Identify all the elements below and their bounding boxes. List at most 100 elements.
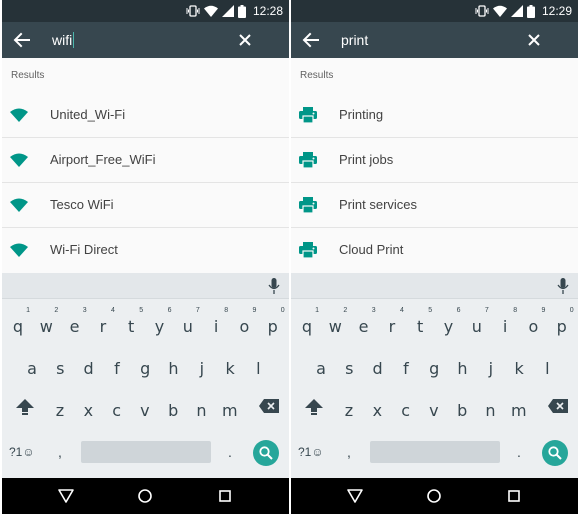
key-p[interactable]: 0p <box>548 305 576 345</box>
key-label: l <box>545 359 550 378</box>
close-icon[interactable] <box>235 30 255 50</box>
key-e[interactable]: 3e <box>61 305 89 345</box>
close-icon[interactable] <box>524 30 544 50</box>
soft-keyboard: 1q2w3e4r5t6y7u8i9o0p asdfghjkl zxcvbnm ?… <box>291 273 578 478</box>
arrow-left-icon[interactable] <box>301 30 321 50</box>
key-b[interactable]: b <box>448 389 476 429</box>
key-w[interactable]: 2w <box>32 305 60 345</box>
key-x[interactable]: x <box>363 389 391 429</box>
nav-recent-square-icon[interactable] <box>215 486 235 506</box>
key-label: n <box>485 401 496 420</box>
result-item[interactable]: Printing <box>291 93 578 138</box>
key-t[interactable]: 5t <box>406 305 434 345</box>
backspace-key[interactable] <box>542 387 570 427</box>
key-f[interactable]: f <box>392 347 420 387</box>
key-d[interactable]: d <box>364 347 392 387</box>
result-item[interactable]: United_Wi-Fi <box>2 93 289 138</box>
key-n[interactable]: n <box>188 389 216 429</box>
key-z[interactable]: z <box>335 389 363 429</box>
result-item[interactable]: Wi-Fi Direct <box>2 228 289 273</box>
key-e[interactable]: 3e <box>350 305 378 345</box>
key-m[interactable]: m <box>216 389 244 429</box>
spacebar[interactable] <box>81 441 211 463</box>
backspace-key[interactable] <box>253 387 281 427</box>
key-l[interactable]: l <box>533 347 561 387</box>
mic-icon[interactable] <box>557 278 569 294</box>
period-key[interactable]: . <box>228 444 232 460</box>
nav-back-triangle-icon[interactable] <box>345 486 365 506</box>
key-j[interactable]: j <box>477 347 505 387</box>
key-g[interactable]: g <box>131 347 159 387</box>
key-d[interactable]: d <box>75 347 103 387</box>
search-key[interactable] <box>542 440 568 466</box>
key-k[interactable]: k <box>216 347 244 387</box>
period-key[interactable]: . <box>517 444 521 460</box>
key-q[interactable]: 1q <box>293 305 321 345</box>
key-f[interactable]: f <box>103 347 131 387</box>
symbols-key[interactable]: ?1☺ <box>9 445 35 459</box>
key-r[interactable]: 4r <box>378 305 406 345</box>
spacebar[interactable] <box>370 441 500 463</box>
mic-icon[interactable] <box>268 278 280 294</box>
shift-key[interactable] <box>299 387 327 427</box>
key-k[interactable]: k <box>505 347 533 387</box>
key-c[interactable]: c <box>103 389 131 429</box>
key-s[interactable]: s <box>335 347 363 387</box>
result-item[interactable]: Print jobs <box>291 138 578 183</box>
comma-key[interactable]: , <box>58 444 62 460</box>
key-a[interactable]: a <box>18 347 46 387</box>
nav-home-circle-icon[interactable] <box>135 486 155 506</box>
key-v[interactable]: v <box>420 389 448 429</box>
key-label: z <box>344 401 354 420</box>
key-o[interactable]: 9o <box>519 305 547 345</box>
search-input[interactable]: wifi <box>52 31 75 49</box>
key-a[interactable]: a <box>307 347 335 387</box>
key-i[interactable]: 8i <box>491 305 519 345</box>
results-header: Results <box>300 70 334 81</box>
key-x[interactable]: x <box>74 389 102 429</box>
key-j[interactable]: j <box>188 347 216 387</box>
key-label: h <box>457 359 468 378</box>
result-item[interactable]: Print services <box>291 183 578 228</box>
key-i[interactable]: 8i <box>202 305 230 345</box>
key-h[interactable]: h <box>160 347 188 387</box>
key-u[interactable]: 7u <box>463 305 491 345</box>
nav-home-circle-icon[interactable] <box>424 486 444 506</box>
key-m[interactable]: m <box>505 389 533 429</box>
key-c[interactable]: c <box>392 389 420 429</box>
key-label: p <box>267 317 278 336</box>
key-p[interactable]: 0p <box>259 305 287 345</box>
key-y[interactable]: 6y <box>435 305 463 345</box>
nav-back-triangle-icon[interactable] <box>56 486 76 506</box>
key-b[interactable]: b <box>159 389 187 429</box>
key-w[interactable]: 2w <box>321 305 349 345</box>
key-label: c <box>401 401 410 420</box>
wifi-icon <box>10 243 28 257</box>
key-t[interactable]: 5t <box>117 305 145 345</box>
key-g[interactable]: g <box>420 347 448 387</box>
key-h[interactable]: h <box>449 347 477 387</box>
key-number-hint: 4 <box>399 307 404 314</box>
key-z[interactable]: z <box>46 389 74 429</box>
search-input[interactable]: print <box>341 31 368 49</box>
result-item[interactable]: Airport_Free_WiFi <box>2 138 289 183</box>
key-label: o <box>239 317 250 336</box>
key-n[interactable]: n <box>477 389 505 429</box>
navigation-bar <box>2 478 289 514</box>
key-r[interactable]: 4r <box>89 305 117 345</box>
result-item[interactable]: Tesco WiFi <box>2 183 289 228</box>
key-l[interactable]: l <box>244 347 272 387</box>
key-y[interactable]: 6y <box>146 305 174 345</box>
key-q[interactable]: 1q <box>4 305 32 345</box>
comma-key[interactable]: , <box>347 444 351 460</box>
arrow-left-icon[interactable] <box>12 30 32 50</box>
nav-recent-square-icon[interactable] <box>504 486 524 506</box>
key-v[interactable]: v <box>131 389 159 429</box>
result-item[interactable]: Cloud Print <box>291 228 578 273</box>
symbols-key[interactable]: ?1☺ <box>298 445 324 459</box>
key-o[interactable]: 9o <box>230 305 258 345</box>
shift-key[interactable] <box>10 387 38 427</box>
search-key[interactable] <box>253 440 279 466</box>
key-s[interactable]: s <box>46 347 74 387</box>
key-u[interactable]: 7u <box>174 305 202 345</box>
